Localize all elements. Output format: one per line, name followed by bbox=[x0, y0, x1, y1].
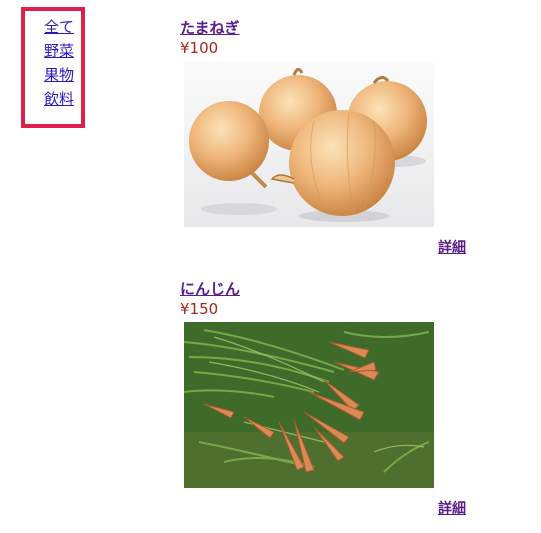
product-card: たまねぎ ¥100 詳細 bbox=[180, 17, 480, 257]
category-link-all[interactable]: 全て bbox=[44, 18, 74, 36]
carrot-photo bbox=[184, 322, 434, 488]
category-link-fruits[interactable]: 果物 bbox=[44, 66, 74, 84]
detail-link[interactable]: 詳細 bbox=[438, 498, 466, 518]
product-card: にんじん ¥150 詳細 bbox=[180, 278, 480, 518]
product-price: ¥100 bbox=[180, 39, 219, 57]
category-nav: 全て 野菜 果物 飲料 bbox=[21, 7, 85, 128]
product-name-link[interactable]: にんじん bbox=[180, 278, 240, 299]
product-name-link[interactable]: たまねぎ bbox=[180, 17, 240, 38]
product-price: ¥150 bbox=[180, 300, 219, 318]
category-link-drinks[interactable]: 飲料 bbox=[44, 90, 74, 108]
detail-link[interactable]: 詳細 bbox=[438, 237, 466, 257]
onion-photo bbox=[184, 61, 434, 227]
category-link-vegetables[interactable]: 野菜 bbox=[44, 42, 74, 60]
